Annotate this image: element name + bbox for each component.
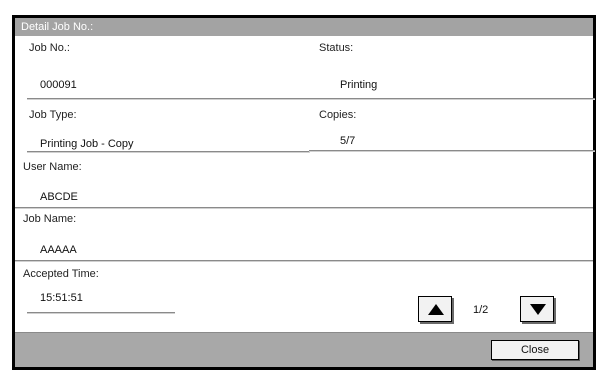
- user-name-label: User Name:: [23, 161, 82, 173]
- arrow-down-icon: [530, 304, 546, 315]
- status-value: Printing: [340, 79, 378, 91]
- arrow-up-icon: [428, 304, 444, 315]
- status-label: Status:: [319, 42, 354, 54]
- job-name-label: Job Name:: [23, 213, 77, 225]
- job-name-underline: [15, 260, 593, 262]
- status-underline: [309, 98, 595, 100]
- copies-underline: [309, 150, 595, 152]
- page-up-button[interactable]: [418, 296, 452, 322]
- job-type-underline: [27, 151, 310, 153]
- job-no-value: 000091: [40, 79, 77, 91]
- bottom-bar: Close: [15, 332, 593, 367]
- user-name-value: ABCDE: [40, 191, 78, 203]
- copies-value: 5/7: [340, 135, 356, 147]
- accepted-time-value: 15:51:51: [40, 292, 83, 304]
- job-type-value: Printing Job - Copy: [40, 138, 134, 150]
- accepted-time-label: Accepted Time:: [23, 268, 99, 280]
- page-indicator: 1/2: [473, 304, 489, 316]
- job-detail-panel: Detail Job No.: Job No.: 000091 Status: …: [12, 15, 596, 370]
- job-no-underline: [27, 98, 310, 100]
- accepted-time-underline: [27, 312, 175, 314]
- user-name-underline: [15, 207, 593, 209]
- panel-title: Detail Job No.:: [15, 18, 593, 36]
- close-button[interactable]: Close: [491, 340, 579, 360]
- copies-label: Copies:: [319, 109, 357, 121]
- page-down-button[interactable]: [520, 296, 554, 322]
- job-name-value: AAAAA: [40, 244, 77, 256]
- job-type-label: Job Type:: [29, 109, 77, 121]
- job-no-label: Job No.:: [29, 42, 70, 54]
